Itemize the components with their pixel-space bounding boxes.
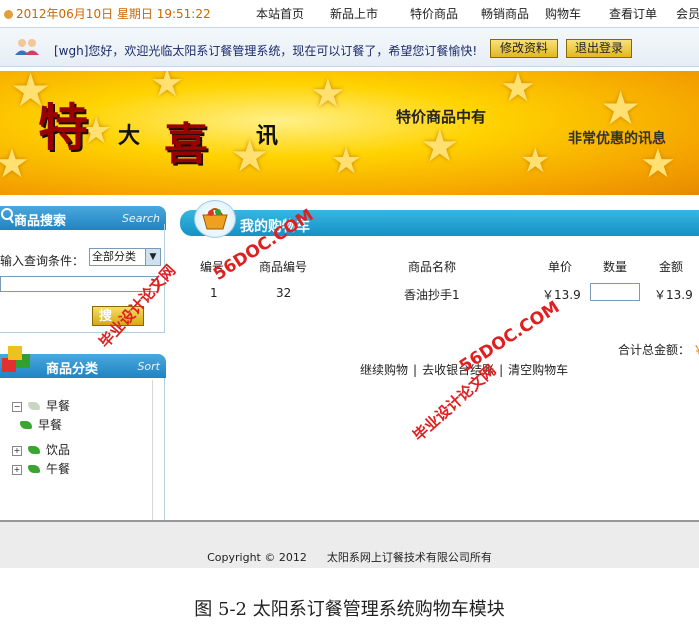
quantity-input[interactable]: [590, 283, 640, 301]
tree-node-drinks[interactable]: + 饮品: [12, 441, 70, 458]
figure-caption: 图 5-2 太阳系订餐管理系统购物车模块: [194, 599, 505, 620]
star-icon: ★: [420, 121, 460, 172]
banner-char-te: 特: [38, 98, 88, 157]
action-separator: |: [413, 363, 418, 377]
category-select[interactable]: 全部分类 ▼: [89, 248, 161, 266]
edit-profile-button[interactable]: 修改资料: [490, 39, 558, 58]
banner-char-da: 大: [118, 123, 141, 149]
search-condition-label: 输入查询条件：: [0, 254, 85, 268]
welcome-message: [wgh]您好，欢迎光临太阳系订餐管理系统，现在可以订餐了，希望您订餐愉快!: [54, 44, 478, 58]
clock-icon: [4, 10, 13, 19]
banner-char-xun: 讯: [256, 123, 279, 149]
expand-icon[interactable]: +: [12, 446, 22, 456]
expand-icon[interactable]: +: [12, 465, 22, 475]
star-icon: ★: [500, 71, 536, 111]
banner-slogan-2: 非常优惠的讯息: [568, 131, 666, 147]
cell-name: 香油抄手1: [404, 288, 460, 302]
blocks-icon: [2, 346, 30, 372]
star-icon: ★: [520, 141, 551, 181]
nav-member[interactable]: 会员: [676, 5, 699, 22]
leaf-icon: [28, 402, 40, 410]
shopping-basket-icon: [194, 200, 236, 238]
magnifier-icon: [1, 208, 14, 224]
divider: [152, 380, 153, 520]
col-header-name: 商品名称: [408, 260, 457, 274]
category-select-value: 全部分类: [92, 250, 136, 263]
category-panel-title-en: Sort: [137, 360, 160, 373]
total-amount-value: ￥: [693, 341, 699, 358]
nav-new-products[interactable]: 新品上市: [330, 5, 378, 22]
tree-node-label: 早餐: [46, 399, 71, 413]
cell-no: 1: [210, 286, 218, 300]
company-text: 太阳系网上订餐技术有限公司所有: [326, 551, 492, 564]
collapse-icon[interactable]: −: [12, 402, 22, 412]
star-icon: ★: [150, 71, 185, 105]
datetime-display: 2012年06月10日 星期日 19:51:22: [4, 5, 211, 22]
tree-node-breakfast-child[interactable]: 早餐: [20, 416, 62, 433]
star-icon: ★: [310, 71, 346, 117]
clear-cart-link[interactable]: 清空购物车: [508, 363, 568, 377]
search-input[interactable]: [0, 276, 158, 292]
tree-node-breakfast[interactable]: − 早餐: [12, 397, 70, 414]
col-header-quantity: 数量: [603, 260, 628, 274]
total-amount-label: 合计总金额：: [618, 343, 691, 357]
chevron-down-icon[interactable]: ▼: [145, 249, 160, 265]
col-header-price: 单价: [548, 260, 573, 274]
cell-product-id: 32: [276, 286, 292, 300]
nav-view-orders[interactable]: 查看订单: [609, 5, 657, 22]
star-icon: ★: [600, 81, 642, 135]
users-icon: [15, 39, 39, 55]
nav-special-offers[interactable]: 特价商品: [410, 5, 458, 22]
col-header-product-id: 商品编号: [259, 260, 308, 274]
continue-shopping-link[interactable]: 继续购物: [360, 363, 408, 377]
nav-home[interactable]: 本站首页: [256, 5, 304, 22]
leaf-icon: [20, 421, 32, 429]
cell-amount: ￥13.9: [654, 288, 693, 302]
copyright-text: Copyright © 2012: [207, 551, 307, 564]
leaf-icon: [28, 446, 40, 454]
category-panel-title: 商品分类: [46, 362, 99, 377]
tree-node-label: 早餐: [38, 418, 63, 432]
star-icon: ★: [330, 141, 363, 182]
footer-text: Copyright © 2012 太阳系网上订餐技术有限公司所有: [0, 549, 699, 565]
logout-button[interactable]: 退出登录: [566, 39, 632, 58]
banner-slogan-1: 特价商品中有: [396, 108, 487, 126]
banner-char-xi: 喜: [164, 119, 208, 170]
col-header-amount: 金额: [659, 260, 684, 274]
leaf-icon: [28, 465, 40, 473]
tree-node-label: 饮品: [46, 443, 71, 457]
star-icon: ★: [0, 141, 30, 187]
tree-node-lunch[interactable]: + 午餐: [12, 460, 70, 477]
nav-best-sellers[interactable]: 畅销商品: [481, 5, 529, 22]
nav-shopping-cart[interactable]: 购物车: [545, 5, 581, 22]
tree-node-label: 午餐: [46, 462, 71, 476]
datetime-text: 2012年06月10日 星期日 19:51:22: [16, 7, 211, 21]
